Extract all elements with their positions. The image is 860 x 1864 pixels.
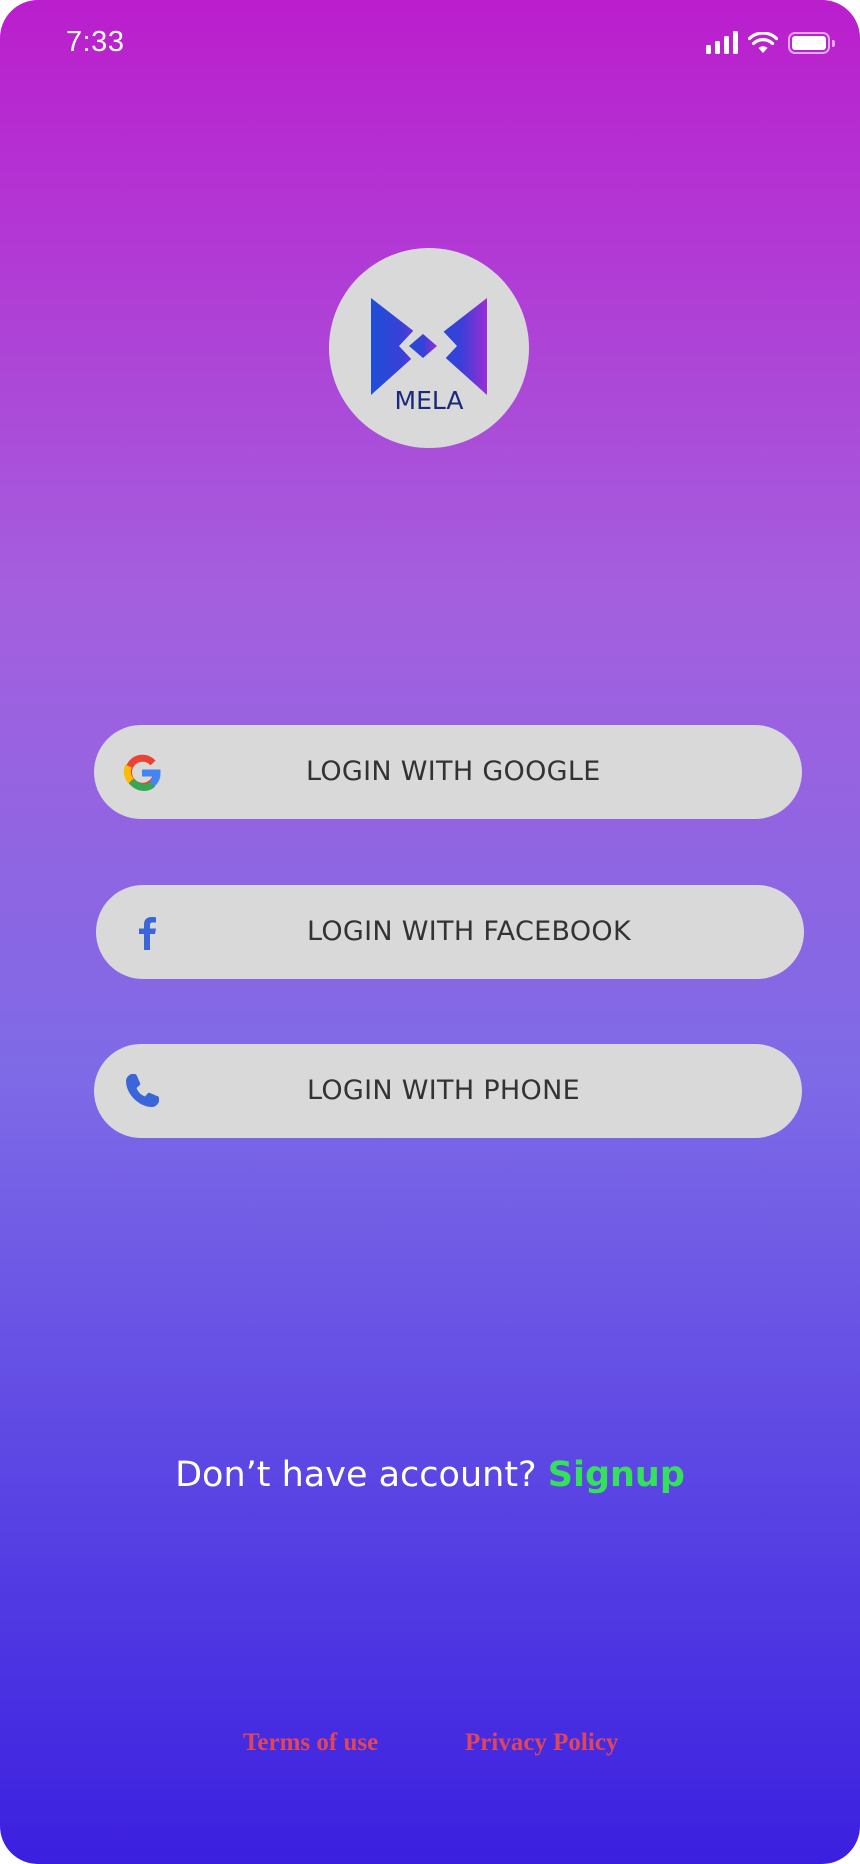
signup-prompt-text: Don’t have account? xyxy=(175,1455,548,1495)
login-facebook-button[interactable]: LOGIN WITH FACEBOOK xyxy=(96,885,804,979)
battery-icon xyxy=(788,31,835,54)
login-screen: 7:33 MELA LOGIN WITH GOOGLE LOGIN WITH F… xyxy=(0,0,860,1864)
phone-icon xyxy=(126,1074,159,1107)
wifi-icon xyxy=(748,31,778,53)
cellular-signal-icon xyxy=(706,31,738,54)
signup-link[interactable]: Signup xyxy=(548,1455,685,1495)
login-phone-label: LOGIN WITH PHONE xyxy=(307,1075,580,1106)
login-google-button[interactable]: LOGIN WITH GOOGLE xyxy=(94,725,802,819)
login-google-label: LOGIN WITH GOOGLE xyxy=(306,756,601,787)
login-facebook-label: LOGIN WITH FACEBOOK xyxy=(307,916,631,947)
facebook-icon xyxy=(139,917,156,950)
status-bar: 7:33 xyxy=(0,0,860,95)
app-logo: MELA xyxy=(329,248,529,448)
status-time: 7:33 xyxy=(66,26,125,58)
login-phone-button[interactable]: LOGIN WITH PHONE xyxy=(94,1044,802,1138)
logo-text: MELA xyxy=(394,386,464,415)
status-icons xyxy=(706,31,835,54)
google-icon xyxy=(123,754,161,791)
privacy-policy-link[interactable]: Privacy Policy xyxy=(465,1729,618,1757)
terms-of-use-link[interactable]: Terms of use xyxy=(243,1729,378,1757)
signup-prompt: Don’t have account? Signup xyxy=(0,1455,860,1495)
bowtie-logo-icon xyxy=(371,298,487,395)
